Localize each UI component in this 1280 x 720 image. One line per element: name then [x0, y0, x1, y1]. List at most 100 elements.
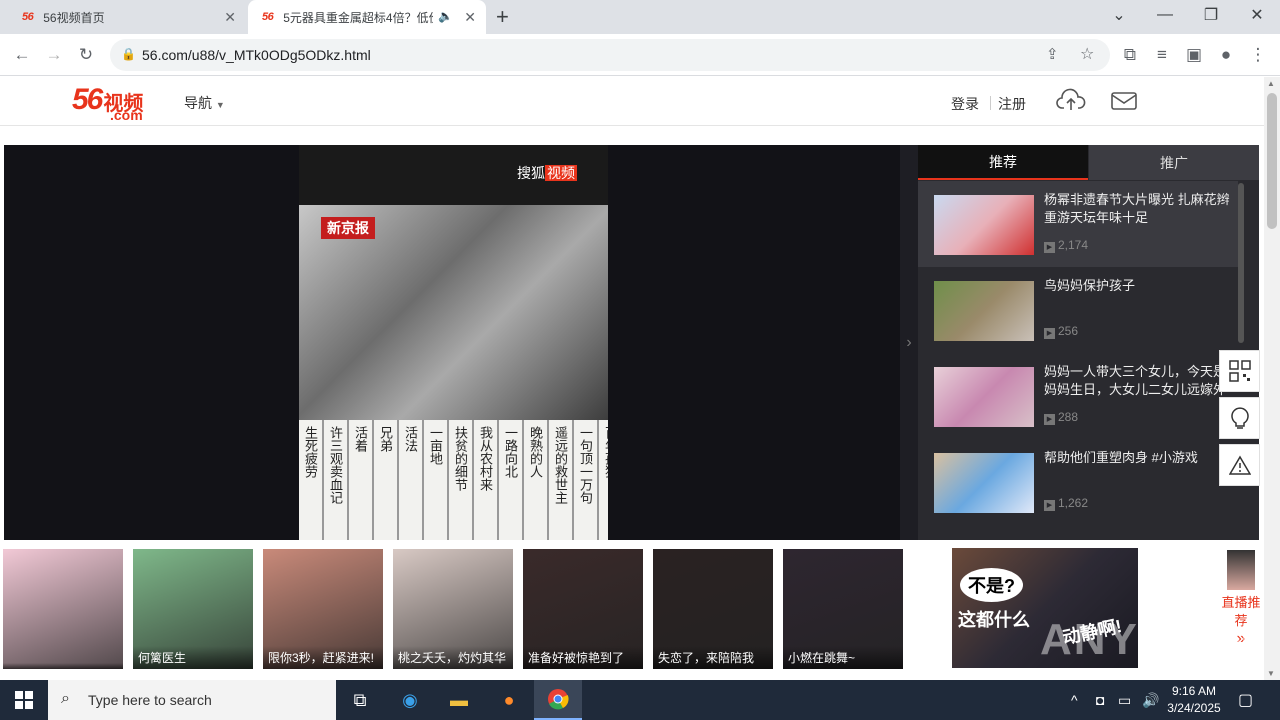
site-logo[interactable]: 56 视频 .com: [72, 85, 143, 124]
notification-icon[interactable]: ▢: [1238, 680, 1253, 720]
scroll-up-arrow-icon: ▲: [1267, 79, 1275, 88]
profile-avatar-icon[interactable]: ●: [1212, 41, 1240, 69]
list-item[interactable]: 鸟妈妈保护孩子 ▶ 256: [918, 267, 1238, 353]
list-item[interactable]: 杨幂非遗春节大片曝光 扎麻花辫重游天坛年味十足 ▶ 2,174: [918, 181, 1238, 267]
upload-cloud-icon[interactable]: [1056, 88, 1086, 115]
card-thumbnail: [3, 549, 123, 669]
tab-title: 5元器具重金属超标4倍？低价: [283, 10, 434, 25]
sohu-watermark: 搜狐 视频: [517, 165, 577, 181]
newspaper-logo: 新京报: [321, 217, 375, 239]
live-card[interactable]: [3, 549, 123, 669]
window-close-button[interactable]: ✕: [1234, 0, 1280, 30]
ad-text: 这都什么: [958, 610, 1030, 630]
tab-56-home[interactable]: 56 56视频首页 ✕: [8, 0, 246, 34]
restore-button[interactable]: ❐: [1188, 0, 1234, 30]
video-title[interactable]: 妈妈一人带大三个女儿，今天是妈妈生日，大女儿二女儿远嫁外地，: [1044, 363, 1234, 399]
collapse-sidebar-chevron-icon[interactable]: ›: [900, 145, 918, 540]
live-card[interactable]: 桃之夭夭，灼灼其华: [393, 549, 513, 669]
network-icon[interactable]: ▭: [1118, 680, 1131, 720]
media-control-icon[interactable]: ≡: [1148, 41, 1176, 69]
file-explorer-icon[interactable]: ▬: [435, 680, 483, 720]
mail-icon[interactable]: [1111, 92, 1137, 113]
speaker-icon[interactable]: 🔈: [438, 9, 453, 23]
login-link[interactable]: 登录: [951, 94, 979, 114]
page-scrollbar[interactable]: ▲ ▼: [1264, 77, 1280, 680]
live-card[interactable]: 失恋了，来陪陪我: [653, 549, 773, 669]
share-icon[interactable]: ⇪: [1046, 45, 1059, 63]
tab-search-icon[interactable]: ⌄: [1096, 0, 1142, 30]
logo-domain: .com: [110, 107, 143, 123]
sidebar-scrollbar[interactable]: [1238, 183, 1244, 343]
tab-promo[interactable]: 推广: [1089, 145, 1259, 180]
task-view-icon[interactable]: ⧉: [336, 680, 384, 720]
url-text: 56.com/u88/v_MTk0ODg5ODkz.html: [142, 47, 371, 63]
close-icon[interactable]: ✕: [224, 9, 236, 26]
browser-toolbar: ← → ↻ 🔒 56.com/u88/v_MTk0ODg5ODkz.html ⇪…: [0, 34, 1280, 76]
video-thumbnail[interactable]: [934, 281, 1034, 341]
nav-label: 导航: [184, 95, 212, 111]
tab-recommend[interactable]: 推荐: [918, 145, 1088, 180]
qr-code-icon[interactable]: [1219, 350, 1260, 392]
volume-icon[interactable]: 🔊: [1142, 680, 1159, 720]
card-caption: 何篱医生: [133, 646, 253, 669]
streamer-avatar: [1227, 550, 1255, 590]
view-count: ▶ 2,174: [1044, 238, 1088, 253]
scroll-down-arrow-icon: ▼: [1267, 669, 1275, 678]
bookmark-star-icon[interactable]: ☆: [1080, 44, 1094, 64]
ad-text: 不是?: [960, 568, 1023, 602]
clock-time: 9:16 AM: [1171, 684, 1217, 698]
video-player[interactable]: 搜狐 视频 新京报 生死疲劳 许三观卖血记 活着 兄弟 活法 一亩地 扶贫的细节 我从农村来 一路…: [4, 145, 904, 540]
menu-kebab-icon[interactable]: ⋮: [1244, 41, 1272, 69]
address-bar[interactable]: 🔒 56.com/u88/v_MTk0ODg5ODkz.html ⇪ ☆: [110, 39, 1110, 71]
windows-taskbar: ⌕ Type here to search ⧉ ◉ ▬ ● ^ ◘ ▭ 🔊 9:…: [0, 680, 1280, 720]
related-sidebar: 推荐 推广 杨幂非遗春节大片曝光 扎麻花辫重游天坛年味十足 ▶ 2,174 鸟妈妈…: [918, 145, 1259, 540]
card-caption: 失恋了，来陪陪我: [653, 646, 773, 669]
live-card[interactable]: 何篱医生: [133, 549, 253, 669]
list-item[interactable]: 帮助他们重塑肉身 #小游戏 ▶ 1,262: [918, 439, 1238, 525]
card-caption: [3, 663, 123, 669]
live-card[interactable]: 准备好被惊艳到了: [523, 549, 643, 669]
video-thumbnail[interactable]: [934, 367, 1034, 427]
nav-dropdown[interactable]: 导航 ▼: [184, 93, 225, 113]
register-link[interactable]: 注册: [998, 94, 1026, 114]
video-title[interactable]: 杨幂非遗春节大片曝光 扎麻花辫重游天坛年味十足: [1044, 191, 1234, 227]
play-icon: ▶: [1044, 500, 1055, 511]
scrollbar-thumb[interactable]: [1267, 93, 1277, 229]
list-item[interactable]: 妈妈一人带大三个女儿，今天是妈妈生日，大女儿二女儿远嫁外地， ▶288: [918, 353, 1238, 439]
edge-browser-icon[interactable]: ◉: [386, 680, 434, 720]
site-header: 56 视频 .com 导航 ▼ 登录 注册: [0, 77, 1264, 126]
video-frame[interactable]: 搜狐 视频 新京报 生死疲劳 许三观卖血记 活着 兄弟 活法 一亩地 扶贫的细节 我从农村来 一路…: [299, 145, 608, 540]
new-tab-button[interactable]: +: [496, 4, 509, 30]
minimize-button[interactable]: —: [1142, 0, 1188, 30]
taskbar-search-input[interactable]: ⌕ Type here to search: [48, 680, 336, 720]
search-icon: ⌕: [61, 690, 70, 707]
card-caption: 准备好被惊艳到了: [523, 646, 643, 669]
video-title[interactable]: 帮助他们重塑肉身 #小游戏: [1044, 449, 1234, 467]
firefox-icon[interactable]: ●: [485, 680, 533, 720]
chrome-icon[interactable]: [534, 680, 582, 720]
lock-icon: 🔒: [121, 47, 136, 61]
video-title[interactable]: 鸟妈妈保护孩子: [1044, 277, 1234, 295]
view-count: ▶ 256: [1044, 324, 1078, 339]
video-thumbnail[interactable]: [934, 453, 1034, 513]
extensions-icon[interactable]: ⧉: [1116, 41, 1144, 69]
tab-strip: 56 56视频首页 ✕ 56 5元器具重金属超标4倍？低价 🔈 ✕ + ⌄ — …: [0, 0, 1280, 34]
video-thumbnail[interactable]: [934, 195, 1034, 255]
live-card[interactable]: 小燃在跳舞~: [783, 549, 903, 669]
tab-current-video[interactable]: 56 5元器具重金属超标4倍？低价 🔈 ✕: [248, 0, 486, 34]
lightbulb-icon[interactable]: [1219, 397, 1260, 439]
search-placeholder: Type here to search: [88, 692, 212, 708]
taskbar-clock[interactable]: 9:16 AM 3/24/2025: [1165, 683, 1223, 717]
reload-icon[interactable]: ↻: [72, 41, 100, 69]
tray-chevron-up-icon[interactable]: ^: [1071, 680, 1078, 720]
close-icon[interactable]: ✕: [464, 9, 476, 26]
side-panel-icon[interactable]: ▣: [1180, 41, 1208, 69]
tab-favicon: 56: [22, 11, 34, 23]
forward-icon[interactable]: →: [40, 41, 68, 69]
live-card[interactable]: 限你3秒，赶紧进来!: [263, 549, 383, 669]
back-icon[interactable]: ←: [8, 41, 36, 69]
windows-start-icon[interactable]: [0, 680, 48, 720]
report-warning-icon[interactable]: [1219, 444, 1260, 486]
view-count: ▶ 1,262: [1044, 496, 1088, 511]
tray-security-icon[interactable]: ◘: [1096, 680, 1104, 720]
